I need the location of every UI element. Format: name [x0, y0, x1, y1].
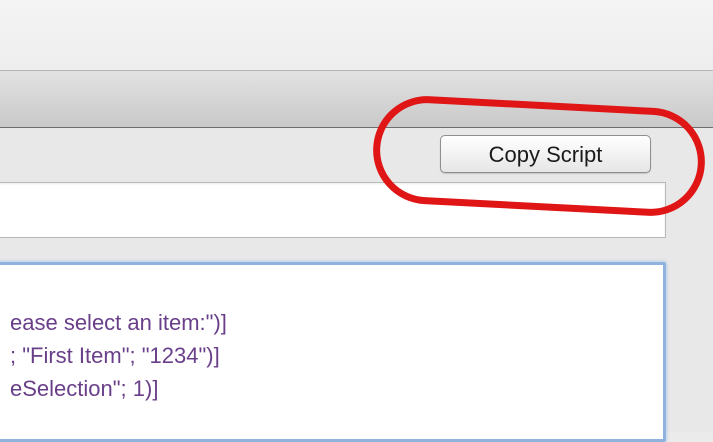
- script-lines: ease select an item:")] ; "First Item"; …: [10, 306, 227, 405]
- script-name-field[interactable]: [0, 182, 666, 238]
- toolbar: [0, 70, 713, 128]
- script-line: eSelection"; 1)]: [10, 376, 159, 401]
- copy-script-button[interactable]: Copy Script: [440, 135, 651, 173]
- script-line: ease select an item:")]: [10, 310, 227, 335]
- window-titlebar-area: [0, 0, 713, 70]
- script-line: ; "First Item"; "1234")]: [10, 343, 220, 368]
- script-text-area[interactable]: ease select an item:")] ; "First Item"; …: [0, 262, 666, 442]
